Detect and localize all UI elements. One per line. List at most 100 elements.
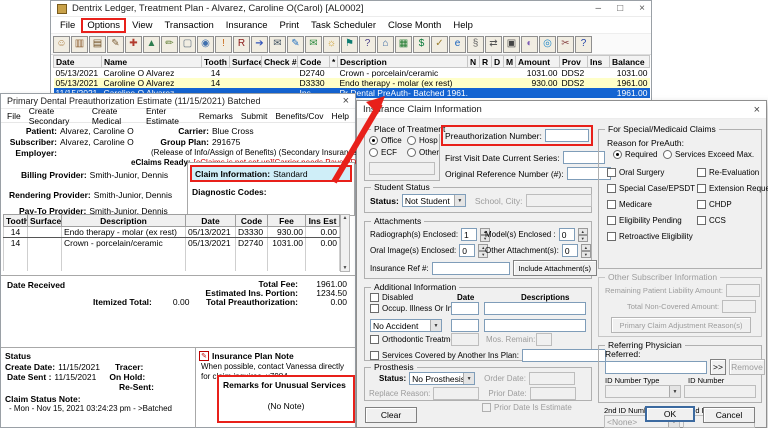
insurance-manager-icon[interactable]: § xyxy=(467,35,484,53)
scroll-down-icon[interactable]: ▼ xyxy=(343,265,348,271)
medicaid-checkbox[interactable]: Oral Surgery xyxy=(607,168,695,177)
referred-field[interactable] xyxy=(605,360,707,374)
procedure-row[interactable]: 14 Endo therapy - molar (ex rest) 05/13/2… xyxy=(3,226,340,238)
id-type-select[interactable]: ▼ xyxy=(605,385,681,398)
maximize-icon[interactable]: □ xyxy=(617,3,623,14)
procedure-row[interactable]: 14 Crown - porcelain/ceramic 05/13/2021 D… xyxy=(3,237,340,249)
appointment-book-icon[interactable]: ▦ xyxy=(395,35,412,53)
menu-enter-estimate[interactable]: Enter Estimate xyxy=(142,105,195,127)
chevron-down-icon[interactable]: ▼ xyxy=(453,195,465,206)
procedures-scrollbar[interactable]: ▲ ▼ xyxy=(340,214,350,272)
services-covered-checkbox[interactable] xyxy=(370,351,379,360)
clear-button[interactable]: Clear xyxy=(365,407,417,423)
referred-browse-button[interactable]: >> xyxy=(710,359,726,375)
patient-picture-icon[interactable]: ◉ xyxy=(197,35,214,53)
menu-close-month[interactable]: Close Month xyxy=(382,19,447,32)
chevron-down-icon[interactable]: ▼ xyxy=(430,320,441,331)
occup-illness-checkbox[interactable] xyxy=(370,304,379,313)
disabled-checkbox[interactable]: Disabled xyxy=(370,293,413,302)
medicaid-checkbox[interactable]: Retroactive Eligibility xyxy=(607,232,695,241)
ledger-titlebar[interactable]: Dentrix Ledger, Treatment Plan - Alvarez… xyxy=(51,1,651,17)
medicaid-checkbox[interactable]: Re-Evaluation xyxy=(697,168,768,177)
menu-remarks[interactable]: Remarks xyxy=(195,110,237,122)
accident-select[interactable]: No Accident ▼ xyxy=(370,319,442,332)
perio-chart-icon[interactable]: ▲ xyxy=(143,35,160,53)
oral-images-field[interactable]: 0 xyxy=(459,244,476,257)
eclaims-icon[interactable]: e xyxy=(449,35,466,53)
menu-transaction[interactable]: Transaction xyxy=(158,19,219,32)
models-field[interactable]: 0 xyxy=(558,228,575,241)
other-attachments-spinner[interactable]: ▲ ▼ xyxy=(580,244,591,258)
family-file-icon[interactable]: ▥ xyxy=(71,35,88,53)
radio-ecf[interactable]: ECF xyxy=(369,148,397,157)
time-clock-icon[interactable]: ☼ xyxy=(323,35,340,53)
menu-benefits-cov[interactable]: Benefits/Cov xyxy=(271,110,327,122)
print-icon[interactable]: ▣ xyxy=(503,35,520,53)
services-covered-field[interactable] xyxy=(521,349,606,362)
close-icon[interactable]: × xyxy=(639,3,645,14)
send-message-icon[interactable]: ✉ xyxy=(305,35,322,53)
menu-view[interactable]: View xyxy=(126,19,158,32)
quick-letters-icon[interactable]: ✎ xyxy=(287,35,304,53)
medicaid-checkbox[interactable]: Special Case/EPSDT xyxy=(607,184,695,193)
radio-required[interactable]: Required xyxy=(613,150,657,159)
orthodontic-checkbox[interactable] xyxy=(370,335,379,344)
patient-referrals-icon[interactable]: ➔ xyxy=(251,35,268,53)
insurance-ref-field[interactable] xyxy=(431,261,510,275)
treatment-manager-icon[interactable]: ✓ xyxy=(431,35,448,53)
select-patient-icon[interactable]: ☺ xyxy=(53,35,70,53)
chevron-down-icon[interactable]: ▼ xyxy=(669,386,680,397)
dialog-titlebar[interactable]: Insurance Claim Information × xyxy=(357,101,766,119)
cancel-button[interactable]: Cancel xyxy=(703,407,755,423)
office-journal-icon[interactable]: ✎ xyxy=(107,35,124,53)
ok-button[interactable]: OK xyxy=(645,406,695,422)
student-status-select[interactable]: Not Student ▼ xyxy=(401,194,466,207)
website-icon[interactable]: ◎ xyxy=(539,35,556,53)
table-row[interactable]: 05/13/2021 Caroline O Alvarez 14 D3330 En… xyxy=(53,78,650,88)
batch-processor-icon[interactable]: ⇄ xyxy=(485,35,502,53)
other-attachments-field[interactable]: 0 xyxy=(561,244,578,257)
prosthesis-status-select[interactable]: No Prosthesis ▼ xyxy=(409,372,476,385)
radio-services-exceed[interactable]: Services Exceed Max. xyxy=(663,150,754,159)
help-toolbar-icon[interactable]: ? xyxy=(575,35,592,53)
occup-desc-field[interactable] xyxy=(484,302,586,315)
questionnaire-icon[interactable]: ? xyxy=(359,35,376,53)
radio-hosp[interactable]: Hosp xyxy=(407,136,438,145)
minimize-icon[interactable]: – xyxy=(596,3,602,14)
ebackup-icon[interactable]: ◐ xyxy=(521,35,538,53)
claim-information-line[interactable]: Claim Information: Standard xyxy=(192,167,350,180)
office-manager-icon[interactable]: ⌂ xyxy=(377,35,394,53)
lab-case-icon[interactable]: ⚑ xyxy=(341,35,358,53)
medicaid-checkbox[interactable]: Eligibility Pending xyxy=(607,216,695,225)
collections-icon[interactable]: $ xyxy=(413,35,430,53)
radio-office[interactable]: Office xyxy=(369,136,402,145)
menu-file[interactable]: File xyxy=(3,110,25,122)
patient-education-icon[interactable]: ✂ xyxy=(557,35,574,53)
close-icon[interactable]: × xyxy=(754,104,760,116)
menu-help[interactable]: Help xyxy=(328,110,353,122)
treatment-planner-icon[interactable]: ✏ xyxy=(161,35,178,53)
patient-chart-icon[interactable]: ✚ xyxy=(125,35,142,53)
scroll-up-icon[interactable]: ▲ xyxy=(343,215,348,221)
table-row[interactable]: 05/13/2021 Caroline O Alvarez 14 D2740 Cr… xyxy=(54,68,650,78)
patient-alerts-icon[interactable]: ! xyxy=(215,35,232,53)
menu-submit[interactable]: Submit xyxy=(237,110,271,122)
menu-create-secondary[interactable]: Create Secondary xyxy=(25,105,88,127)
medicaid-checkbox[interactable]: Medicare xyxy=(607,200,695,209)
accident-date-field[interactable] xyxy=(451,319,479,332)
menu-task-scheduler[interactable]: Task Scheduler xyxy=(305,19,382,32)
radio-other[interactable]: Other xyxy=(407,148,439,157)
medicaid-checkbox[interactable]: CCS xyxy=(697,216,768,225)
preauth-number-field[interactable] xyxy=(544,129,589,142)
menu-help[interactable]: Help xyxy=(447,19,479,32)
medicaid-checkbox[interactable]: CHDP xyxy=(697,200,768,209)
menu-options[interactable]: Options xyxy=(81,17,127,33)
accident-desc-field[interactable] xyxy=(484,319,586,332)
menu-insurance[interactable]: Insurance xyxy=(220,19,274,32)
close-icon[interactable]: × xyxy=(343,95,349,107)
document-center-icon[interactable]: ▢ xyxy=(179,35,196,53)
prescriptions-icon[interactable]: R xyxy=(233,35,250,53)
chevron-down-icon[interactable]: ▼ xyxy=(463,373,475,384)
radiographs-field[interactable]: 1 xyxy=(461,228,478,241)
menu-print[interactable]: Print xyxy=(274,19,306,32)
